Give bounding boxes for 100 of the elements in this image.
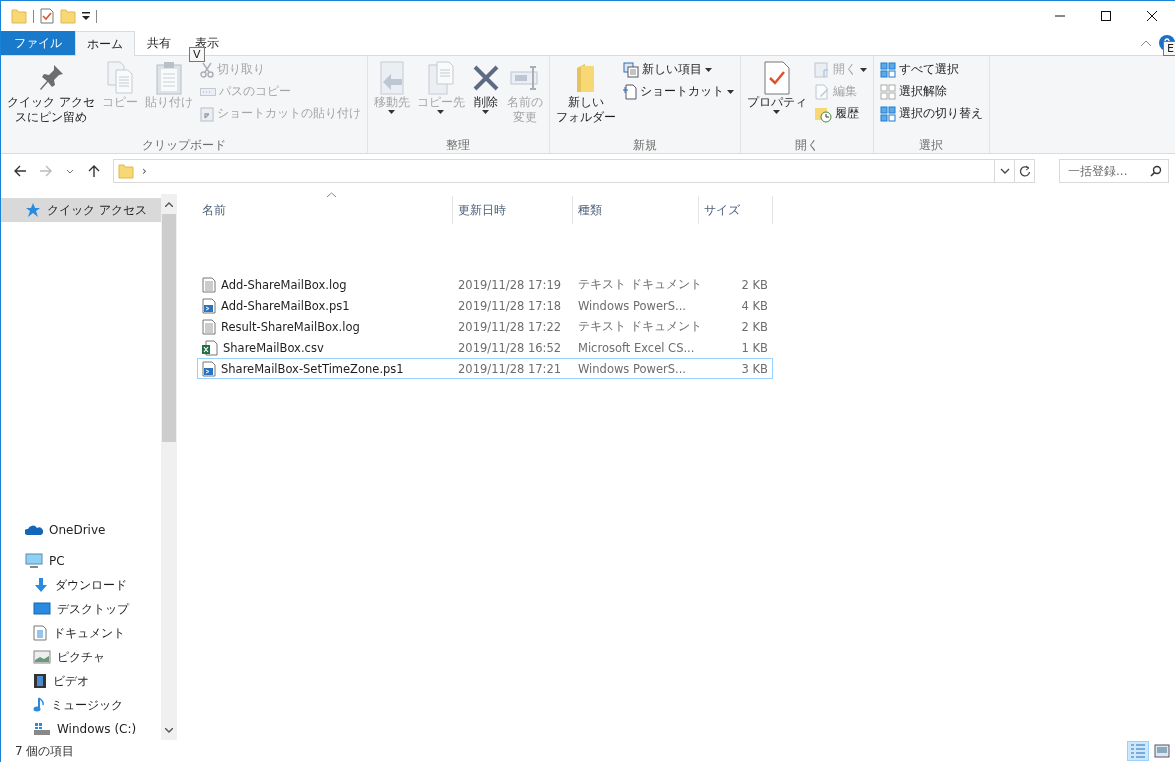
group-label: クリップボード: [140, 137, 227, 153]
sidebar-item[interactable]: ビデオ: [1, 669, 161, 693]
cloud-icon: [25, 524, 43, 536]
spreadsheet-file-icon: [202, 339, 218, 356]
scroll-down-icon: [165, 727, 173, 733]
picture-icon: [33, 650, 51, 664]
shortcut-icon: [199, 105, 214, 122]
column-header[interactable]: サイズ: [699, 196, 773, 224]
new-item-icon: [622, 61, 639, 78]
up-arrow-icon: [87, 164, 101, 178]
breadcrumb-separator[interactable]: ›: [142, 164, 147, 178]
ribbon-button[interactable]: 履歴: [810, 103, 870, 124]
chevron-down-icon: [999, 168, 1010, 174]
size-cell-text: 3 KB: [740, 361, 769, 376]
customize-caret-icon[interactable]: [82, 11, 90, 21]
folder-icon[interactable]: [11, 8, 27, 24]
size-cell-text: 2 KB: [740, 319, 769, 334]
group-label: 新規: [631, 137, 658, 153]
script-file-icon: [202, 297, 216, 314]
sidebar-item[interactable]: ダウンロード: [1, 573, 161, 597]
film-icon: [33, 673, 47, 689]
sidebar-item[interactable]: OneDrive: [1, 518, 161, 542]
scrollbar[interactable]: [161, 194, 177, 740]
sidebar-item[interactable]: ピクチャ: [1, 645, 161, 669]
copy-pages-icon: [426, 60, 455, 95]
delete-icon: [471, 63, 500, 92]
keytip-tooltip: V: [189, 47, 205, 62]
file-row[interactable]: Result-ShareMailBox.log 2019/11/28 17:22 テキスト ドキュメント 2 KB: [197, 316, 773, 337]
computer-icon: [25, 553, 43, 569]
column-header[interactable]: 更新日時: [453, 196, 573, 224]
details-view-button[interactable]: [1127, 741, 1149, 761]
text-file-icon: [202, 318, 216, 335]
ribbon-button[interactable]: 選択の切り替え: [876, 103, 986, 124]
column-header[interactable]: 種類: [573, 196, 699, 224]
download-arrow-icon: [33, 577, 49, 593]
ribbon-button[interactable]: プロパティ: [743, 59, 810, 137]
ribbon-button[interactable]: すべて選択: [876, 59, 986, 80]
path-icon: [199, 86, 216, 97]
ribbon-button[interactable]: クイック アクセスにピン留め: [4, 59, 98, 137]
sidebar-item[interactable]: PC: [1, 549, 161, 573]
copy-icon: [104, 60, 135, 95]
script-file-icon: [202, 360, 216, 377]
maximize-icon: [1101, 11, 1111, 21]
thumbnail-icon: [1154, 743, 1170, 759]
type-cell-text: テキスト ドキュメント: [577, 319, 700, 334]
size-cell-text: 2 KB: [740, 277, 769, 292]
ribbon-button[interactable]: ショートカット: [619, 81, 737, 102]
properties-icon[interactable]: [40, 8, 54, 24]
sidebar-item[interactable]: クイック アクセス: [1, 198, 161, 222]
type-cell-text: Windows PowerS...: [577, 298, 688, 313]
file-name: Add-ShareMailBox.log: [221, 277, 347, 292]
scrollbar-thumb[interactable]: [162, 214, 176, 442]
scissors-icon: [199, 61, 214, 78]
file-name: Result-ShareMailBox.log: [221, 319, 360, 334]
file-row[interactable]: ShareMailBox.csv 2019/11/28 16:52 Microsoft Excel CS... 1 KB: [197, 337, 773, 358]
group-label: 整理: [445, 137, 472, 153]
sidebar-item[interactable]: ミュージック: [1, 693, 161, 717]
file-row[interactable]: Add-ShareMailBox.log 2019/11/28 17:19 テキスト ドキュメント 2 KB: [197, 274, 773, 295]
sort-ascending-icon: [327, 192, 336, 197]
search-field[interactable]: 一括登録...: [1059, 159, 1169, 183]
refresh-button[interactable]: [1015, 159, 1035, 183]
folder-icon: [574, 61, 597, 94]
large-icons-view-button[interactable]: [1151, 741, 1173, 761]
date-cell-text: 2019/11/28 16:52: [457, 340, 563, 355]
file-menu-tab[interactable]: ファイル: [1, 31, 75, 55]
close-icon: [1147, 11, 1157, 21]
sidebar-item[interactable]: Windows (C:): [1, 717, 161, 740]
sidebar-item[interactable]: デスクトップ: [1, 597, 161, 621]
ribbon-tab[interactable]: ホーム: [75, 31, 135, 56]
address-field[interactable]: ›: [113, 159, 1015, 183]
group-label: 選択: [918, 137, 945, 153]
ribbon-button[interactable]: 選択解除: [876, 81, 986, 102]
list-icon: [1130, 743, 1146, 759]
item-count: 7 個の項目: [15, 742, 75, 760]
file-name: Add-ShareMailBox.ps1: [221, 298, 350, 313]
keytip-tooltip: E: [1163, 41, 1175, 56]
ribbon-button[interactable]: 削除: [468, 59, 503, 137]
type-cell-text: Microsoft Excel CS...: [577, 340, 696, 355]
forward-arrow-icon: [39, 164, 53, 178]
file-name: ShareMailBox-SetTimeZone.ps1: [221, 361, 404, 376]
open-icon: [813, 61, 830, 78]
collapse-ribbon-icon[interactable]: [1141, 40, 1151, 46]
invert-selection-icon: [879, 105, 896, 122]
column-header[interactable]: 名前: [197, 196, 453, 224]
date-cell-text: 2019/11/28 17:22: [457, 319, 563, 334]
sidebar-item[interactable]: ドキュメント: [1, 621, 161, 645]
ribbon-button[interactable]: 新しいフォルダー: [552, 59, 619, 137]
folder-icon[interactable]: [60, 8, 76, 24]
file-name: ShareMailBox.csv: [223, 340, 324, 355]
type-cell-text: テキスト ドキュメント: [577, 277, 700, 292]
select-all-icon: [879, 61, 896, 78]
date-cell-text: 2019/11/28 17:19: [457, 277, 563, 292]
file-row[interactable]: Add-ShareMailBox.ps1 2019/11/28 17:18 Windows PowerS... 4 KB: [197, 295, 773, 316]
group-label: 開く: [793, 137, 820, 153]
refresh-icon: [1018, 165, 1031, 177]
ribbon-tab[interactable]: 共有: [135, 31, 183, 55]
drive-icon: [33, 722, 51, 736]
ribbon-button[interactable]: 新しい項目: [619, 59, 737, 80]
file-row[interactable]: ShareMailBox-SetTimeZone.ps1 2019/11/28 17:21 Windows PowerS... 3 KB: [197, 358, 773, 379]
date-cell-text: 2019/11/28 17:21: [457, 361, 563, 376]
